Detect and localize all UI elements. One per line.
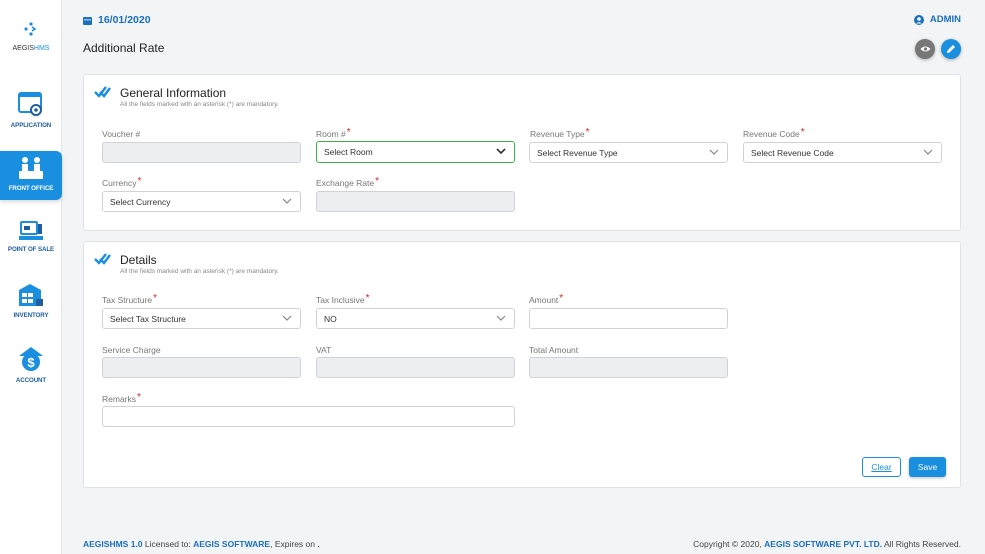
section-title: Details bbox=[120, 253, 157, 267]
company-name: AEGIS SOFTWARE PVT. LTD. bbox=[764, 539, 883, 549]
room-label: Room #* bbox=[316, 127, 351, 139]
footer-copyright: Copyright © 2020, AEGIS SOFTWARE PVT. LT… bbox=[693, 539, 961, 549]
sidebar-item-label: FRONT OFFICE bbox=[8, 185, 54, 192]
revenue-type-label: Revenue Type* bbox=[530, 127, 590, 139]
logo-mark-icon bbox=[24, 22, 37, 36]
current-date: 16/01/2020 bbox=[83, 14, 151, 26]
chevron-down-icon bbox=[282, 198, 292, 204]
rights-text: All Rights Reserved. bbox=[883, 539, 961, 549]
user-menu[interactable]: ADMIN bbox=[913, 14, 961, 25]
chevron-down-icon bbox=[282, 315, 292, 321]
chevron-down-icon bbox=[496, 315, 506, 321]
sidebar-item-inventory[interactable]: INVENTORY bbox=[0, 282, 62, 332]
sidebar-item-application[interactable]: APPLICATION bbox=[0, 90, 62, 140]
required-asterisk: * bbox=[137, 392, 141, 403]
voucher-label: Voucher # bbox=[102, 129, 141, 139]
sidebar-item-front-office[interactable]: FRONT OFFICE bbox=[0, 151, 62, 200]
vat-field bbox=[316, 357, 515, 378]
svg-text:$: $ bbox=[27, 355, 35, 370]
tax-inclusive-select[interactable]: NO bbox=[316, 308, 515, 329]
sidebar-item-label: APPLICATION bbox=[10, 122, 52, 129]
eye-icon bbox=[920, 46, 930, 52]
required-asterisk: * bbox=[346, 127, 351, 138]
room-select-value: Select Room bbox=[324, 147, 373, 157]
sidebar: AEGISHMS APPLICATION FRONT OFFICE POINT … bbox=[0, 0, 62, 554]
tax-inclusive-value: NO bbox=[324, 313, 337, 324]
remarks-label: Remarks* bbox=[102, 392, 141, 404]
vat-label: VAT bbox=[316, 345, 332, 355]
service-charge-field bbox=[102, 357, 301, 378]
service-charge-label: Service Charge bbox=[102, 345, 161, 355]
revenue-code-value: Select Revenue Code bbox=[751, 147, 834, 158]
revenue-type-value: Select Revenue Type bbox=[537, 147, 618, 158]
chevron-down-icon bbox=[496, 148, 506, 155]
required-asterisk: * bbox=[365, 293, 370, 304]
revenue-code-label: Revenue Code* bbox=[743, 127, 805, 139]
revenue-code-select[interactable]: Select Revenue Code bbox=[743, 142, 942, 163]
point-of-sale-icon bbox=[19, 221, 43, 240]
chevron-down-icon bbox=[923, 149, 933, 155]
amount-label: Amount* bbox=[529, 293, 564, 305]
required-asterisk: * bbox=[800, 127, 805, 138]
tax-inclusive-label: Tax Inclusive* bbox=[316, 293, 370, 305]
exchange-rate-label: Exchange Rate* bbox=[316, 176, 380, 188]
voucher-field bbox=[102, 142, 301, 163]
remarks-input[interactable] bbox=[102, 406, 515, 427]
pencil-icon bbox=[947, 45, 955, 53]
save-button[interactable]: Save bbox=[909, 457, 946, 477]
sidebar-item-label: POINT OF SALE bbox=[7, 246, 55, 253]
required-asterisk: * bbox=[137, 176, 142, 187]
product-version: AEGISHMS 1.0 bbox=[83, 539, 143, 549]
clear-button[interactable]: Clear bbox=[862, 457, 901, 477]
front-office-icon bbox=[19, 157, 43, 179]
account-dollar-icon: $ bbox=[19, 347, 43, 371]
application-gear-icon bbox=[18, 92, 42, 116]
licensee-name: AEGIS SOFTWARE bbox=[193, 539, 271, 549]
date-text: 16/01/2020 bbox=[98, 14, 151, 26]
chevron-down-icon bbox=[709, 149, 719, 155]
copyright-text: Copyright © 2020, bbox=[693, 539, 762, 549]
sidebar-item-label: ACCOUNT bbox=[15, 377, 47, 384]
revenue-type-select[interactable]: Select Revenue Type bbox=[529, 142, 728, 163]
required-asterisk: * bbox=[559, 293, 564, 304]
sidebar-item-account[interactable]: $ ACCOUNT bbox=[0, 345, 62, 395]
sidebar-item-point-of-sale[interactable]: POINT OF SALE bbox=[0, 220, 62, 270]
mandatory-note: All the fields marked with an asterisk (… bbox=[120, 101, 279, 108]
required-asterisk: * bbox=[585, 127, 590, 138]
licensed-to-text: Licensed to: bbox=[144, 539, 191, 549]
view-button[interactable] bbox=[915, 39, 935, 59]
footer-license: AEGISHMS 1.0 Licensed to: AEGIS SOFTWARE… bbox=[83, 539, 320, 549]
brand-name: AEGISHMS bbox=[12, 45, 50, 52]
currency-label: Currency* bbox=[102, 176, 142, 188]
exchange-rate-field bbox=[316, 191, 515, 212]
total-amount-label: Total Amount bbox=[529, 345, 579, 355]
section-title: General Information bbox=[120, 86, 227, 100]
room-select[interactable]: Select Room bbox=[316, 141, 515, 163]
user-icon bbox=[913, 14, 924, 25]
tax-structure-value: Select Tax Structure bbox=[110, 313, 186, 324]
currency-select[interactable]: Select Currency bbox=[102, 191, 301, 212]
required-asterisk: * bbox=[375, 176, 380, 187]
calendar-icon bbox=[83, 16, 92, 25]
user-name: ADMIN bbox=[929, 14, 961, 25]
total-amount-field bbox=[529, 357, 728, 378]
amount-input[interactable] bbox=[529, 308, 728, 329]
sidebar-item-label: INVENTORY bbox=[13, 312, 49, 319]
double-check-icon bbox=[94, 86, 111, 98]
currency-value: Select Currency bbox=[110, 196, 171, 207]
required-asterisk: * bbox=[153, 293, 157, 304]
edit-button[interactable] bbox=[941, 39, 961, 59]
mandatory-note: All the fields marked with an asterisk (… bbox=[120, 268, 279, 275]
tax-structure-select[interactable]: Select Tax Structure bbox=[102, 308, 301, 329]
expires-text: , Expires on . bbox=[270, 539, 320, 549]
inventory-icon bbox=[19, 284, 43, 306]
tax-structure-label: Tax Structure* bbox=[102, 293, 157, 305]
page-title: Additional Rate bbox=[83, 41, 165, 55]
brand-logo[interactable]: AEGISHMS bbox=[0, 22, 62, 52]
double-check-icon bbox=[94, 253, 111, 265]
